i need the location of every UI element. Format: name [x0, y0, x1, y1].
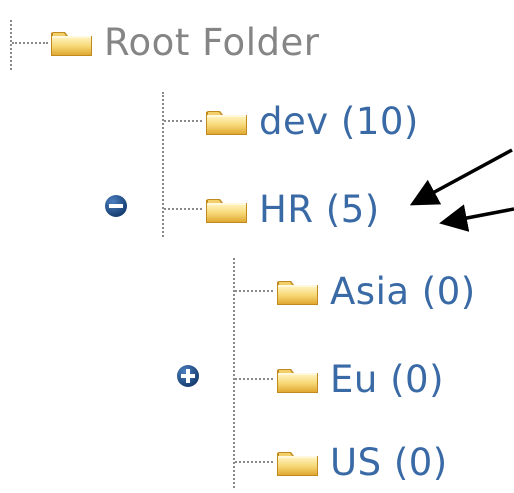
tree-connector [10, 20, 12, 70]
tree-connector [164, 120, 202, 122]
tree-node-label: US (0) [330, 441, 448, 484]
tree-node-us[interactable]: US (0) [276, 444, 448, 481]
tree-node-dev[interactable]: dev (10) [205, 103, 419, 140]
tree-connector [233, 258, 235, 488]
folder-icon [276, 277, 320, 307]
tree-node-label: Eu (0) [330, 358, 444, 401]
tree-connector [12, 42, 48, 44]
folder-icon [205, 195, 249, 225]
folder-tree: Root Folder dev (10) HR (5) Asia (0) Eu … [0, 0, 514, 493]
tree-node-eu[interactable]: Eu (0) [276, 361, 444, 398]
tree-node-label: HR (5) [259, 188, 380, 231]
tree-connector [235, 290, 273, 292]
tree-connector [162, 92, 164, 237]
folder-icon [276, 365, 320, 395]
folder-icon [205, 107, 249, 137]
tree-connector [235, 378, 273, 380]
tree-node-hr[interactable]: HR (5) [205, 191, 380, 228]
tree-node-label: Asia (0) [330, 270, 476, 313]
tree-node-label: dev (10) [259, 100, 419, 143]
tree-node-label: Root Folder [104, 21, 320, 64]
tree-root-folder[interactable]: Root Folder [50, 24, 319, 61]
annotation-arrows [409, 148, 514, 232]
expand-plus-icon[interactable] [176, 364, 200, 388]
tree-connector [235, 461, 273, 463]
tree-connector [164, 208, 202, 210]
tree-node-asia[interactable]: Asia (0) [276, 273, 476, 310]
annotation-arrow [409, 148, 513, 206]
annotation-arrow [439, 204, 514, 232]
collapse-minus-icon[interactable] [104, 194, 128, 218]
folder-icon [276, 448, 320, 478]
folder-icon [50, 28, 94, 58]
